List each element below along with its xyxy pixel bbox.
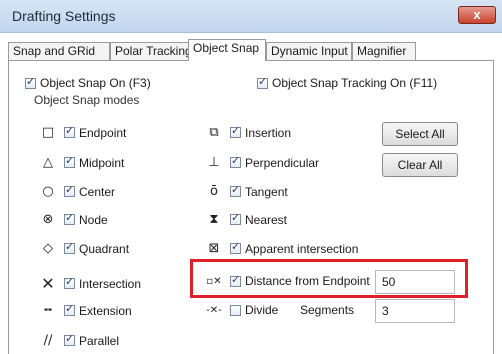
window-title: Drafting Settings — [12, 8, 116, 24]
tab-magnifier[interactable]: Magnifier — [352, 42, 416, 60]
mode-intersection[interactable]: ✕ Intersection — [40, 274, 141, 293]
mode-label: Intersection — [79, 276, 142, 291]
segments-label: Segments — [300, 303, 355, 317]
mode-label: Center — [79, 184, 116, 199]
tangent-checkbox[interactable] — [230, 183, 241, 197]
object-snap-tracking-label: Object Snap Tracking On (F11) — [272, 76, 438, 90]
object-snap-tracking-checkbox[interactable] — [257, 75, 268, 89]
mode-label: Nearest — [245, 212, 288, 227]
title-bar: Drafting Settings x — [0, 0, 502, 33]
mode-label: Quadrant — [79, 241, 130, 256]
mode-midpoint[interactable]: △ Midpoint — [40, 154, 125, 170]
mode-label: Tangent — [245, 184, 288, 199]
midpoint-checkbox[interactable] — [64, 154, 75, 168]
midpoint-icon: △ — [43, 155, 53, 170]
tab-snap-and-grid[interactable]: Snap and GRid — [8, 42, 110, 60]
nearest-checkbox[interactable] — [230, 211, 241, 225]
extension-checkbox[interactable] — [64, 302, 75, 316]
mode-endpoint[interactable]: □ Endpoint — [40, 124, 127, 140]
mode-nearest[interactable]: ⧗ Nearest — [206, 211, 288, 227]
mode-insertion[interactable]: ⧉ Insertion — [206, 124, 292, 140]
center-checkbox[interactable] — [64, 183, 75, 197]
center-icon: ○ — [42, 184, 54, 199]
object-snap-modes-label: Object Snap modes — [34, 93, 140, 107]
mode-tangent[interactable]: ō Tangent — [206, 183, 288, 199]
mode-extension[interactable]: ╍ Extension — [40, 302, 132, 318]
nearest-icon: ⧗ — [209, 212, 219, 227]
mode-quadrant[interactable]: ◇ Quadrant — [40, 240, 130, 256]
intersection-checkbox[interactable] — [64, 275, 75, 289]
node-icon: ⊗ — [42, 212, 54, 227]
tab-dynamic-input[interactable]: Dynamic Input — [266, 42, 352, 60]
mode-label: Divide — [245, 303, 279, 317]
select-all-button[interactable]: Select All — [382, 122, 458, 146]
mode-label: Perpendicular — [245, 155, 320, 170]
mode-label: Node — [79, 212, 108, 227]
extension-icon: ╍ — [44, 303, 52, 318]
endpoint-checkbox[interactable] — [64, 124, 75, 138]
mode-center[interactable]: ○ Center — [40, 183, 116, 199]
object-snap-on-checkbox[interactable] — [25, 75, 36, 89]
highlight-box — [190, 259, 468, 298]
tab-object-snap[interactable]: Object Snap — [188, 39, 266, 61]
object-snap-on-label: Object Snap On (F3) — [40, 76, 151, 90]
mode-perpendicular[interactable]: ⊥ Perpendicular — [206, 154, 320, 170]
mode-label: Midpoint — [79, 155, 125, 170]
mode-parallel[interactable]: ∕∕ Parallel — [40, 332, 120, 348]
apparent-intersection-checkbox[interactable] — [230, 240, 241, 254]
segments-input[interactable]: 3 — [375, 299, 455, 323]
mode-label: Insertion — [245, 125, 292, 140]
divide-checkbox[interactable] — [230, 304, 241, 316]
perpendicular-checkbox[interactable] — [230, 154, 241, 168]
insertion-checkbox[interactable] — [230, 124, 241, 138]
quadrant-checkbox[interactable] — [64, 240, 75, 254]
object-snap-on-toggle[interactable]: Object Snap On (F3) — [25, 75, 151, 90]
mode-label: Extension — [79, 303, 132, 318]
close-icon: x — [473, 7, 481, 22]
perpendicular-icon: ⊥ — [208, 155, 220, 170]
tab-polar-tracking[interactable]: Polar Tracking — [110, 42, 192, 60]
object-snap-tracking-toggle[interactable]: Object Snap Tracking On (F11) — [257, 75, 438, 90]
node-checkbox[interactable] — [64, 211, 75, 225]
clear-all-button[interactable]: Clear All — [382, 153, 458, 177]
intersection-icon: ✕ — [41, 274, 55, 293]
apparent-intersection-icon: ⊠ — [208, 241, 220, 256]
quadrant-icon: ◇ — [43, 241, 53, 256]
mode-label: Parallel — [79, 333, 120, 348]
mode-label: Endpoint — [79, 125, 127, 140]
mode-label: Apparent intersection — [245, 241, 359, 256]
tangent-icon: ō — [210, 184, 218, 199]
close-button[interactable]: x — [458, 6, 496, 24]
insertion-icon: ⧉ — [209, 125, 219, 140]
mode-node[interactable]: ⊗ Node — [40, 211, 108, 227]
divide-icon: -✕- — [206, 304, 222, 316]
mode-divide[interactable]: -✕- Divide — [206, 303, 278, 317]
parallel-checkbox[interactable] — [64, 332, 75, 346]
mode-apparent-intersection[interactable]: ⊠ Apparent intersection — [206, 240, 359, 256]
parallel-icon: ∕∕ — [43, 333, 53, 348]
endpoint-icon: □ — [41, 125, 55, 140]
